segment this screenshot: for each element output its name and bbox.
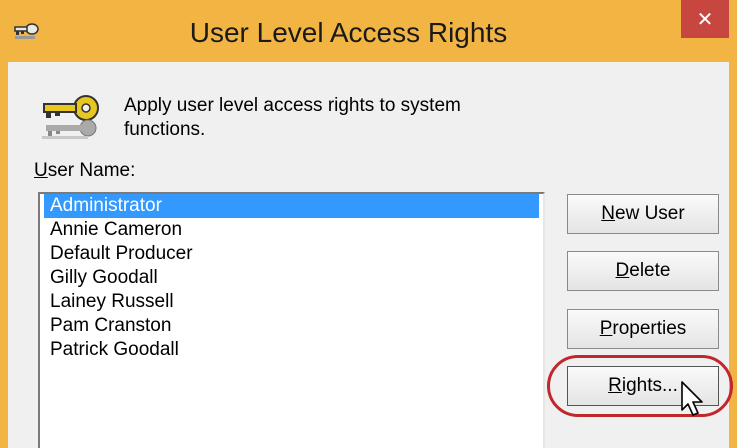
close-button[interactable]: ✕: [681, 0, 729, 38]
properties-button[interactable]: Properties: [567, 309, 719, 349]
description-text: Apply user level access rights to system…: [124, 95, 461, 140]
user-name-label-rest: ser Name:: [47, 160, 136, 181]
delete-accel: D: [615, 260, 630, 281]
dialog-body: Apply user level access rights to system…: [8, 62, 733, 448]
new-user-button[interactable]: New User: [567, 194, 719, 234]
list-item[interactable]: Administrator: [44, 194, 539, 218]
list-item[interactable]: Lainey Russell: [44, 290, 539, 314]
user-name-label-accel: U: [34, 160, 48, 181]
new-user-rest: ew User: [615, 203, 685, 224]
window-title: User Level Access Rights: [189, 17, 508, 48]
list-item[interactable]: Pam Cranston: [44, 314, 539, 338]
list-item[interactable]: Patrick Goodall: [44, 338, 539, 362]
delete-rest: elete: [629, 260, 671, 281]
properties-accel: P: [599, 318, 613, 339]
user-listbox[interactable]: Administrator Annie Cameron Default Prod…: [38, 192, 545, 448]
delete-button[interactable]: Delete: [567, 251, 719, 291]
user-name-label: User Name:: [34, 160, 135, 182]
list-item[interactable]: Gilly Goodall: [44, 266, 539, 290]
title-bar[interactable]: User Level Access Rights ✕: [0, 0, 737, 62]
list-item[interactable]: Default Producer: [44, 242, 539, 266]
list-item[interactable]: Annie Cameron: [44, 218, 539, 242]
dialog-window: User Level Access Rights ✕ Apply user le…: [0, 0, 737, 448]
new-user-accel: N: [601, 203, 616, 224]
mouse-cursor-icon: [681, 381, 703, 416]
properties-rest: roperties: [612, 318, 687, 339]
keys-icon: [42, 95, 99, 139]
